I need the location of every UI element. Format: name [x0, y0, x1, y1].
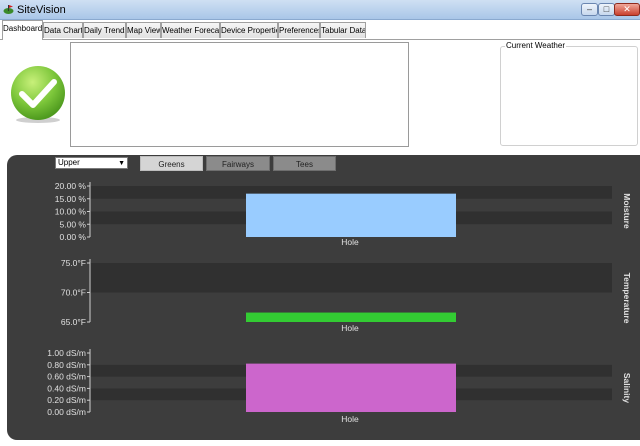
tab-data-charts[interactable]: Data Charts — [43, 22, 83, 38]
zone-dropdown-value: Upper — [58, 158, 80, 167]
fairways-button[interactable]: Fairways — [206, 156, 270, 171]
tab-strip: Dashboard Data Charts Daily Trends Map V… — [0, 20, 640, 40]
tab-tabular-data[interactable]: Tabular Data — [320, 22, 366, 38]
current-weather-group: Current Weather — [500, 41, 638, 146]
maximize-button[interactable]: □ — [598, 3, 615, 16]
tees-button[interactable]: Tees — [273, 156, 336, 171]
tab-device-properties[interactable]: Device Properties — [220, 22, 278, 38]
chart-panel — [7, 155, 640, 440]
tab-daily-trends[interactable]: Daily Trends — [83, 22, 126, 38]
tab-map-view[interactable]: Map View — [126, 22, 161, 38]
app-icon — [3, 5, 14, 14]
tab-weather-forecast[interactable]: Weather Forecast — [161, 22, 220, 38]
tab-dashboard[interactable]: Dashboard — [2, 20, 43, 40]
close-button[interactable]: ✕ — [614, 3, 640, 16]
zone-dropdown[interactable]: Upper ▼ — [55, 157, 128, 169]
chevron-down-icon: ▼ — [118, 160, 125, 167]
current-weather-label: Current Weather — [505, 41, 566, 50]
tab-preferences[interactable]: Preferences — [278, 22, 320, 38]
minimize-button[interactable]: – — [581, 3, 598, 16]
checkmark-icon — [11, 66, 65, 123]
title-bar: SiteVision – □ ✕ — [0, 0, 640, 20]
notes-panel — [70, 42, 409, 147]
window-title: SiteVision — [17, 4, 66, 16]
greens-button[interactable]: Greens — [140, 156, 203, 171]
